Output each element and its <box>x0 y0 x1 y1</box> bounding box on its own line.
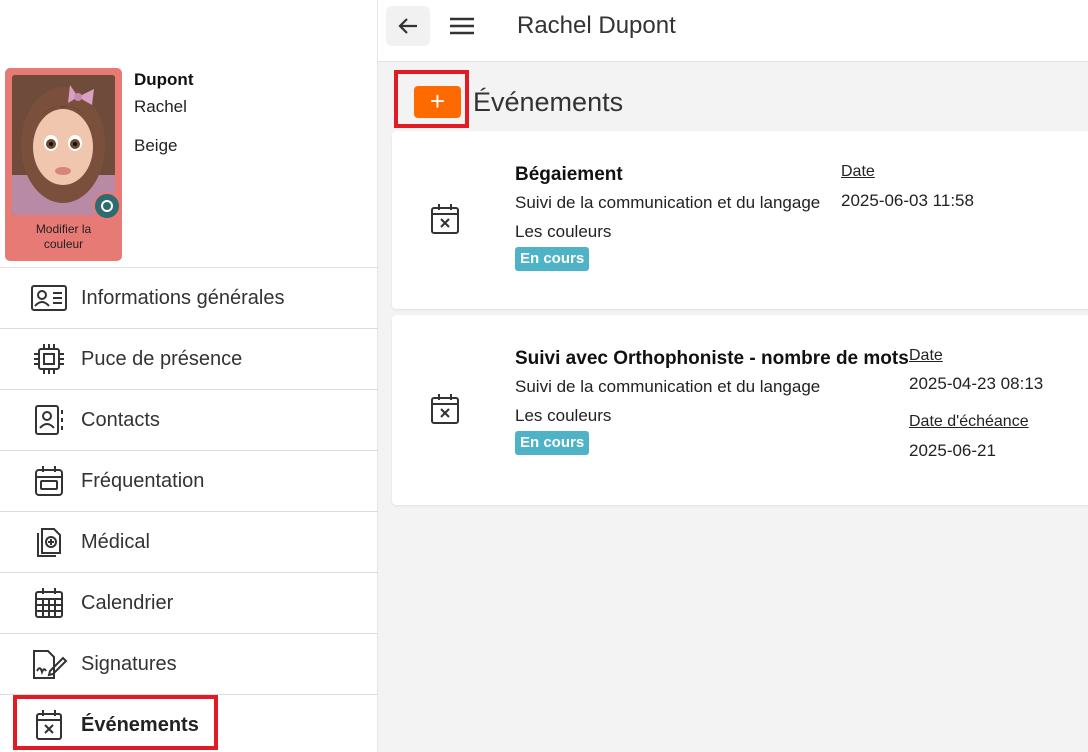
hamburger-icon <box>450 17 474 35</box>
status-badge: En cours <box>515 247 590 271</box>
contacts-icon <box>30 402 68 438</box>
calendar-x-icon <box>430 203 460 235</box>
event-category: Suivi de la communication et du langage <box>515 193 821 212</box>
chip-icon <box>30 341 68 377</box>
sidebar-item-evenements[interactable]: Événements <box>0 695 378 752</box>
sidebar-item-label: Signatures <box>81 652 177 675</box>
sidebar-item-calendrier[interactable]: Calendrier <box>0 573 378 634</box>
medical-file-icon <box>30 524 68 560</box>
date-value: 2025-06-03 11:58 <box>841 191 974 210</box>
sidebar-item-label: Informations générales <box>81 286 285 309</box>
event-group: Les couleurs <box>515 406 612 425</box>
sidebar-item-label: Fréquentation <box>81 469 205 492</box>
sidebar-menu: Informations générales Puce de présence <box>0 268 378 752</box>
due-date-value: 2025-06-21 <box>909 441 996 460</box>
main-content: + Événements Bégaiement Suivi de la comm… <box>378 62 1088 752</box>
date-value: 2025-04-23 08:13 <box>909 374 1044 393</box>
photo-caption[interactable]: Modifier la couleur <box>5 222 122 252</box>
sidebar: Modifier la couleur Dupont Rachel Beige … <box>0 0 378 752</box>
calendar-x-icon <box>30 707 68 743</box>
attendance-calendar-icon <box>30 463 68 499</box>
arrow-left-icon <box>398 18 417 34</box>
signature-icon <box>30 646 68 682</box>
sidebar-item-signatures[interactable]: Signatures <box>0 634 378 695</box>
date-label: Date <box>841 163 875 180</box>
sidebar-item-label: Calendrier <box>81 591 174 614</box>
sidebar-item-label: Puce de présence <box>81 347 243 370</box>
sidebar-item-label: Événements <box>81 713 199 736</box>
first-name: Rachel <box>134 97 187 116</box>
profile-photo-card[interactable]: Modifier la couleur <box>5 68 122 261</box>
date-label: Date <box>909 347 943 364</box>
calendar-x-icon <box>430 393 460 425</box>
status-badge: En cours <box>515 431 590 455</box>
sidebar-item-label: Contacts <box>81 408 160 431</box>
id-card-icon <box>30 280 68 316</box>
due-date-label: Date d'échéance <box>909 413 1029 430</box>
sidebar-item-contacts[interactable]: Contacts <box>0 390 378 451</box>
hamburger-menu-button[interactable] <box>444 6 480 46</box>
sidebar-item-label: Médical <box>81 530 150 553</box>
event-name: Bégaiement <box>515 164 623 185</box>
calendar-grid-icon <box>30 585 68 621</box>
event-card[interactable]: Bégaiement Suivi de la communication et … <box>392 131 1088 309</box>
child-profile: Modifier la couleur Dupont Rachel Beige <box>0 62 378 268</box>
back-button[interactable] <box>386 6 430 46</box>
add-event-button[interactable]: + <box>414 86 461 118</box>
event-category: Suivi de la communication et du langage <box>515 377 821 396</box>
sidebar-item-medical[interactable]: Médical <box>0 512 378 573</box>
page-title: Rachel Dupont <box>517 12 676 39</box>
event-name: Suivi avec Orthophoniste - nombre de mot… <box>515 348 909 369</box>
last-name: Dupont <box>134 70 194 89</box>
section-title: Événements <box>473 87 624 117</box>
event-group: Les couleurs <box>515 222 612 241</box>
group-name: Beige <box>134 136 178 155</box>
top-bar: Rachel Dupont <box>378 0 1088 62</box>
event-card[interactable]: Suivi avec Orthophoniste - nombre de mot… <box>392 315 1088 505</box>
sidebar-item-informations-generales[interactable]: Informations générales <box>0 268 378 329</box>
sidebar-item-puce-de-presence[interactable]: Puce de présence <box>0 329 378 390</box>
sidebar-item-frequentation[interactable]: Fréquentation <box>0 451 378 512</box>
camera-icon[interactable] <box>93 192 121 220</box>
